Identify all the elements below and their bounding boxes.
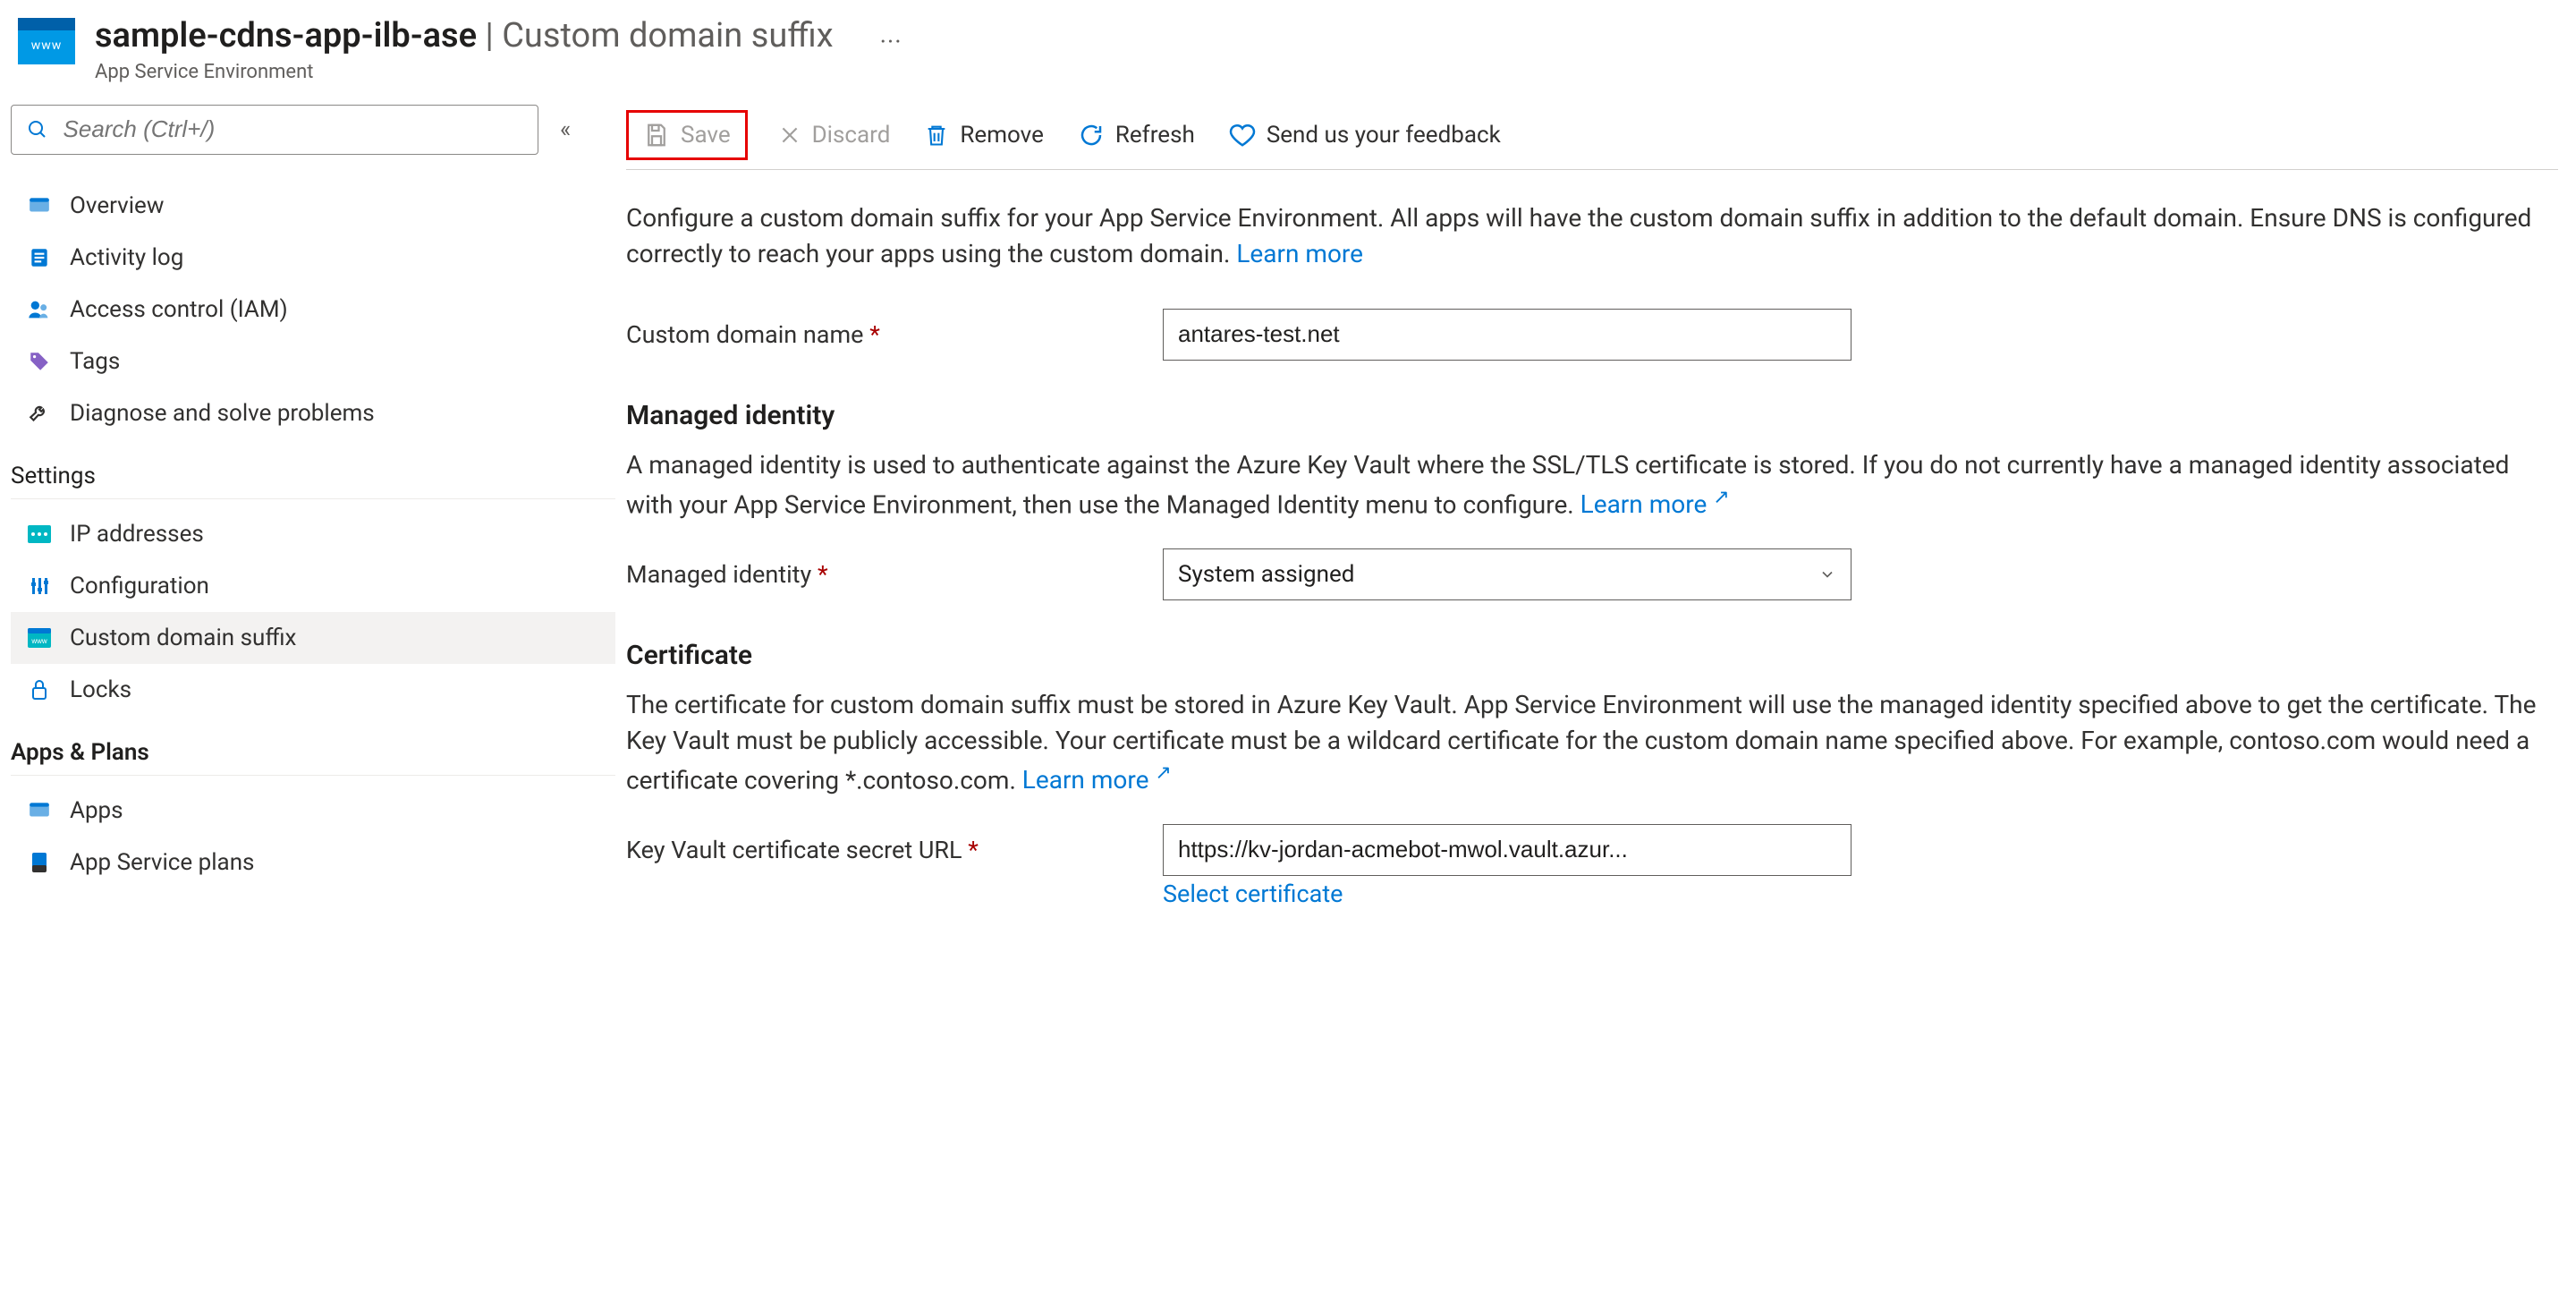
log-icon xyxy=(25,246,54,269)
sidebar-item-label: Activity log xyxy=(70,244,183,271)
sidebar-item-label: Configuration xyxy=(70,573,209,599)
sidebar-item-custom-domain-suffix[interactable]: www Custom domain suffix xyxy=(11,612,615,664)
globe-icon xyxy=(25,194,54,217)
sidebar-item-label: Custom domain suffix xyxy=(70,625,296,651)
page-title: sample-cdns-app-ilb-ase | Custom domain … xyxy=(95,18,834,55)
main-content: Save Discard Remove Refresh xyxy=(626,101,2576,1292)
learn-more-link[interactable]: Learn more xyxy=(1236,239,1363,268)
managed-identity-title: Managed identity xyxy=(626,400,2558,431)
sidebar-item-tags[interactable]: Tags xyxy=(11,336,615,387)
config-icon xyxy=(25,575,54,597)
trash-icon xyxy=(924,122,949,149)
heart-icon xyxy=(1229,122,1256,149)
sidebar-item-label: App Service plans xyxy=(70,849,254,876)
certificate-description: The certificate for custom domain suffix… xyxy=(626,687,2558,799)
sidebar-item-label: Tags xyxy=(70,348,120,375)
sidebar-item-label: Diagnose and solve problems xyxy=(70,400,375,427)
sidebar-item-label: Locks xyxy=(70,676,131,703)
resource-icon-label: www xyxy=(31,38,63,53)
managed-identity-label: Managed identity * xyxy=(626,560,1163,589)
sidebar-item-locks[interactable]: Locks xyxy=(11,664,615,716)
custom-domain-label: Custom domain name * xyxy=(626,320,1163,349)
external-link-icon: ↗ xyxy=(1155,762,1171,785)
collapse-sidebar-icon[interactable]: « xyxy=(560,116,571,143)
custom-domain-field-row: Custom domain name * xyxy=(626,309,2558,361)
save-button[interactable]: Save xyxy=(626,110,748,160)
ip-icon xyxy=(25,525,54,543)
save-icon xyxy=(643,122,670,149)
sidebar-item-label: IP addresses xyxy=(70,521,204,548)
sidebar-item-apps[interactable]: Apps xyxy=(11,785,615,837)
sidebar-item-label: Apps xyxy=(70,797,123,824)
sidebar-section-settings: Settings xyxy=(11,439,615,499)
sidebar-item-configuration[interactable]: Configuration xyxy=(11,560,615,612)
sidebar-item-activity-log[interactable]: Activity log xyxy=(11,232,615,284)
domain-icon: www xyxy=(25,628,54,648)
close-icon xyxy=(778,123,801,147)
select-certificate-link[interactable]: Select certificate xyxy=(1163,880,2558,908)
sidebar-item-access-control[interactable]: Access control (IAM) xyxy=(11,284,615,336)
sidebar-item-overview[interactable]: Overview xyxy=(11,180,615,232)
chevron-down-icon xyxy=(1818,565,1836,583)
sidebar: « Overview Activity log Access control (… xyxy=(0,101,626,1292)
refresh-icon xyxy=(1078,122,1105,149)
key-vault-url-field-row: Key Vault certificate secret URL * xyxy=(626,824,2558,876)
sidebar-item-label: Overview xyxy=(70,192,164,219)
sidebar-item-ip-addresses[interactable]: IP addresses xyxy=(11,508,615,560)
apps-icon xyxy=(25,799,54,822)
tag-icon xyxy=(25,350,54,373)
sidebar-item-diagnose[interactable]: Diagnose and solve problems xyxy=(11,387,615,439)
custom-domain-input[interactable] xyxy=(1163,309,1852,361)
toolbar: Save Discard Remove Refresh xyxy=(626,101,2558,170)
svg-text:www: www xyxy=(30,637,47,645)
remove-button[interactable]: Remove xyxy=(920,115,1046,156)
key-vault-url-label: Key Vault certificate secret URL * xyxy=(626,836,1163,864)
resource-type-subtitle: App Service Environment xyxy=(95,61,834,83)
lock-icon xyxy=(25,678,54,701)
managed-identity-description: A managed identity is used to authentica… xyxy=(626,447,2558,523)
intro-description: Configure a custom domain suffix for you… xyxy=(626,200,2558,273)
wrench-icon xyxy=(25,402,54,425)
learn-more-link-certificate[interactable]: Learn more ↗ xyxy=(1022,765,1172,795)
search-input-container[interactable] xyxy=(11,105,538,155)
sidebar-item-app-service-plans[interactable]: App Service plans xyxy=(11,837,615,888)
discard-button[interactable]: Discard xyxy=(775,115,894,156)
refresh-button[interactable]: Refresh xyxy=(1074,115,1199,156)
key-vault-url-input[interactable] xyxy=(1163,824,1852,876)
certificate-title: Certificate xyxy=(626,640,2558,671)
external-link-icon: ↗ xyxy=(1713,487,1729,509)
feedback-button[interactable]: Send us your feedback xyxy=(1225,115,1504,156)
more-actions-icon[interactable]: ··· xyxy=(880,27,902,56)
learn-more-link-managed-identity[interactable]: Learn more ↗ xyxy=(1580,489,1730,519)
plan-icon xyxy=(25,851,54,874)
people-icon xyxy=(25,297,54,322)
search-input[interactable] xyxy=(64,115,525,143)
sidebar-section-apps-plans: Apps & Plans xyxy=(11,716,615,776)
sidebar-item-label: Access control (IAM) xyxy=(70,296,288,323)
page-header: www sample-cdns-app-ilb-ase | Custom dom… xyxy=(0,0,2576,101)
search-icon xyxy=(24,119,51,140)
managed-identity-select[interactable]: System assigned xyxy=(1163,548,1852,600)
managed-identity-field-row: Managed identity * System assigned xyxy=(626,548,2558,600)
resource-icon: www xyxy=(18,18,75,64)
